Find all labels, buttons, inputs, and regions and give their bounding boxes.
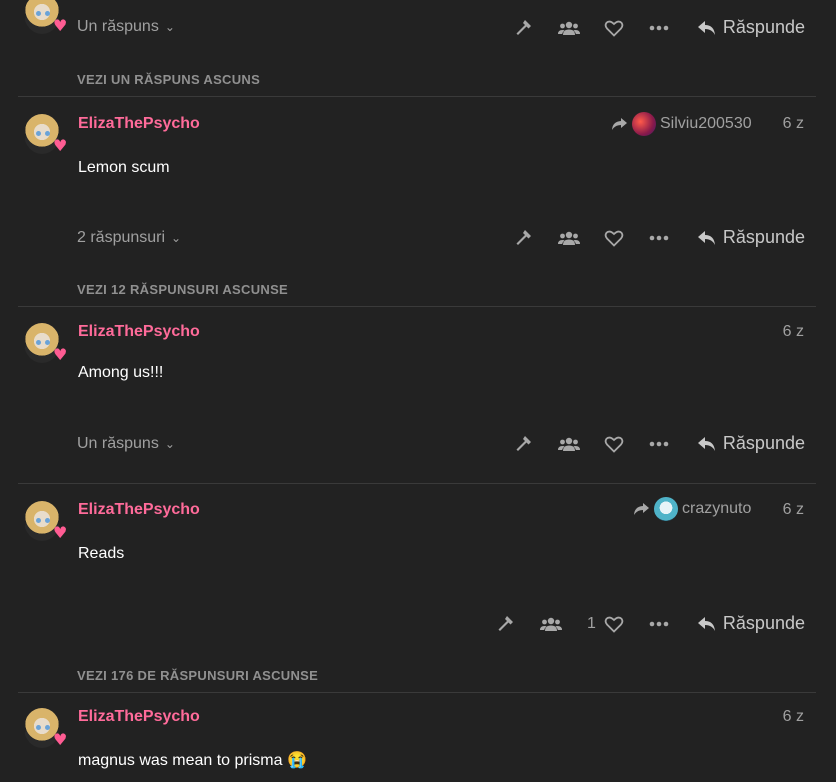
more-icon[interactable] [649, 621, 669, 627]
show-hidden-replies-link[interactable]: VEZI 176 DE RĂSPUNSURI ASCUNSE [77, 668, 318, 683]
hammer-icon[interactable] [514, 434, 534, 454]
heart-badge-icon: ♥ [53, 345, 68, 364]
comment-text: Lemon scum [78, 159, 170, 176]
hammer-icon[interactable] [514, 18, 534, 38]
avatar-eye [36, 725, 41, 730]
replies-toggle[interactable]: Un răspuns ⌄ [77, 435, 175, 453]
timestamp: 6 z [782, 115, 804, 132]
chevron-down-icon: ⌄ [164, 437, 175, 451]
avatar-eye [45, 518, 50, 523]
replies-label: Un răspuns [77, 435, 159, 452]
reply-button[interactable]: Răspunde [697, 613, 805, 634]
avatar-eye [36, 518, 41, 523]
heart-icon[interactable] [604, 615, 624, 633]
divider [18, 692, 816, 693]
group-icon[interactable] [558, 230, 580, 246]
heart-badge-icon: ♥ [53, 730, 68, 749]
username[interactable]: ElizaThePsycho [78, 708, 200, 726]
hammer-icon[interactable] [514, 228, 534, 248]
timestamp: 6 z [782, 501, 804, 518]
reply-icon [697, 615, 717, 633]
show-hidden-replies-link[interactable]: VEZI 12 RĂSPUNSURI ASCUNSE [77, 282, 288, 297]
avatar[interactable]: ♥ [22, 114, 68, 158]
comment-text: Reads [78, 545, 125, 562]
comment-text: magnus was mean to prisma 😭 [78, 752, 307, 769]
avatar-eye [36, 11, 41, 16]
heart-badge-icon: ♥ [53, 16, 68, 35]
reply-icon [697, 435, 717, 453]
avatar-eye [45, 340, 50, 345]
replies-label: 2 răspunsuri [77, 229, 166, 246]
replies-label: Un răspuns [77, 18, 159, 35]
reply-button[interactable]: Răspunde [697, 433, 805, 454]
divider [18, 306, 816, 307]
reply-label: Răspunde [722, 227, 805, 247]
share-arrow-icon [632, 502, 650, 516]
chevron-down-icon: ⌄ [164, 20, 175, 34]
group-icon[interactable] [540, 616, 562, 632]
avatar-eye [36, 131, 41, 136]
avatar[interactable]: ♥ [22, 708, 68, 752]
reply-icon [697, 229, 717, 247]
group-icon[interactable] [558, 20, 580, 36]
heart-badge-icon: ♥ [53, 523, 68, 542]
timestamp: 6 z [782, 323, 804, 340]
comment-text: Among us!!! [78, 364, 164, 381]
heart-badge-icon: ♥ [53, 136, 68, 155]
reply-to-username: Silviu200530 [660, 115, 752, 132]
reply-label: Răspunde [722, 17, 805, 37]
share-arrow-icon [610, 117, 628, 131]
avatar[interactable]: ♥ [22, 0, 68, 38]
reply-button[interactable]: Răspunde [697, 17, 805, 38]
avatar-eye [45, 725, 50, 730]
avatar[interactable]: ♥ [22, 323, 68, 367]
username[interactable]: ElizaThePsycho [78, 501, 200, 519]
replies-toggle[interactable]: 2 răspunsuri ⌄ [77, 229, 181, 247]
reply-button[interactable]: Răspunde [697, 227, 805, 248]
reply-to[interactable]: Silviu200530 [610, 112, 752, 136]
heart-icon[interactable] [604, 19, 624, 37]
avatar[interactable]: ♥ [22, 501, 68, 545]
heart-icon[interactable] [604, 229, 624, 247]
reply-label: Răspunde [722, 433, 805, 453]
username[interactable]: ElizaThePsycho [78, 323, 200, 341]
avatar-eye [45, 11, 50, 16]
reply-to[interactable]: crazynuto [632, 497, 751, 521]
divider [18, 96, 816, 97]
reply-to-username: crazynuto [682, 500, 752, 517]
heart-icon[interactable] [604, 435, 624, 453]
avatar-eye [45, 131, 50, 136]
show-hidden-replies-link[interactable]: VEZI UN RĂSPUNS ASCUNS [77, 72, 260, 87]
replies-toggle[interactable]: Un răspuns ⌄ [77, 18, 175, 36]
like-count: 1 [587, 615, 596, 632]
reply-to-avatar [632, 112, 656, 136]
divider [18, 483, 816, 484]
reply-label: Răspunde [722, 613, 805, 633]
more-icon[interactable] [649, 25, 669, 31]
reply-icon [697, 19, 717, 37]
username[interactable]: ElizaThePsycho [78, 115, 200, 133]
hammer-icon[interactable] [496, 614, 516, 634]
timestamp: 6 z [782, 708, 804, 725]
reply-to-avatar [654, 497, 678, 521]
group-icon[interactable] [558, 436, 580, 452]
chevron-down-icon: ⌄ [171, 231, 182, 245]
more-icon[interactable] [649, 441, 669, 447]
avatar-eye [36, 340, 41, 345]
more-icon[interactable] [649, 235, 669, 241]
